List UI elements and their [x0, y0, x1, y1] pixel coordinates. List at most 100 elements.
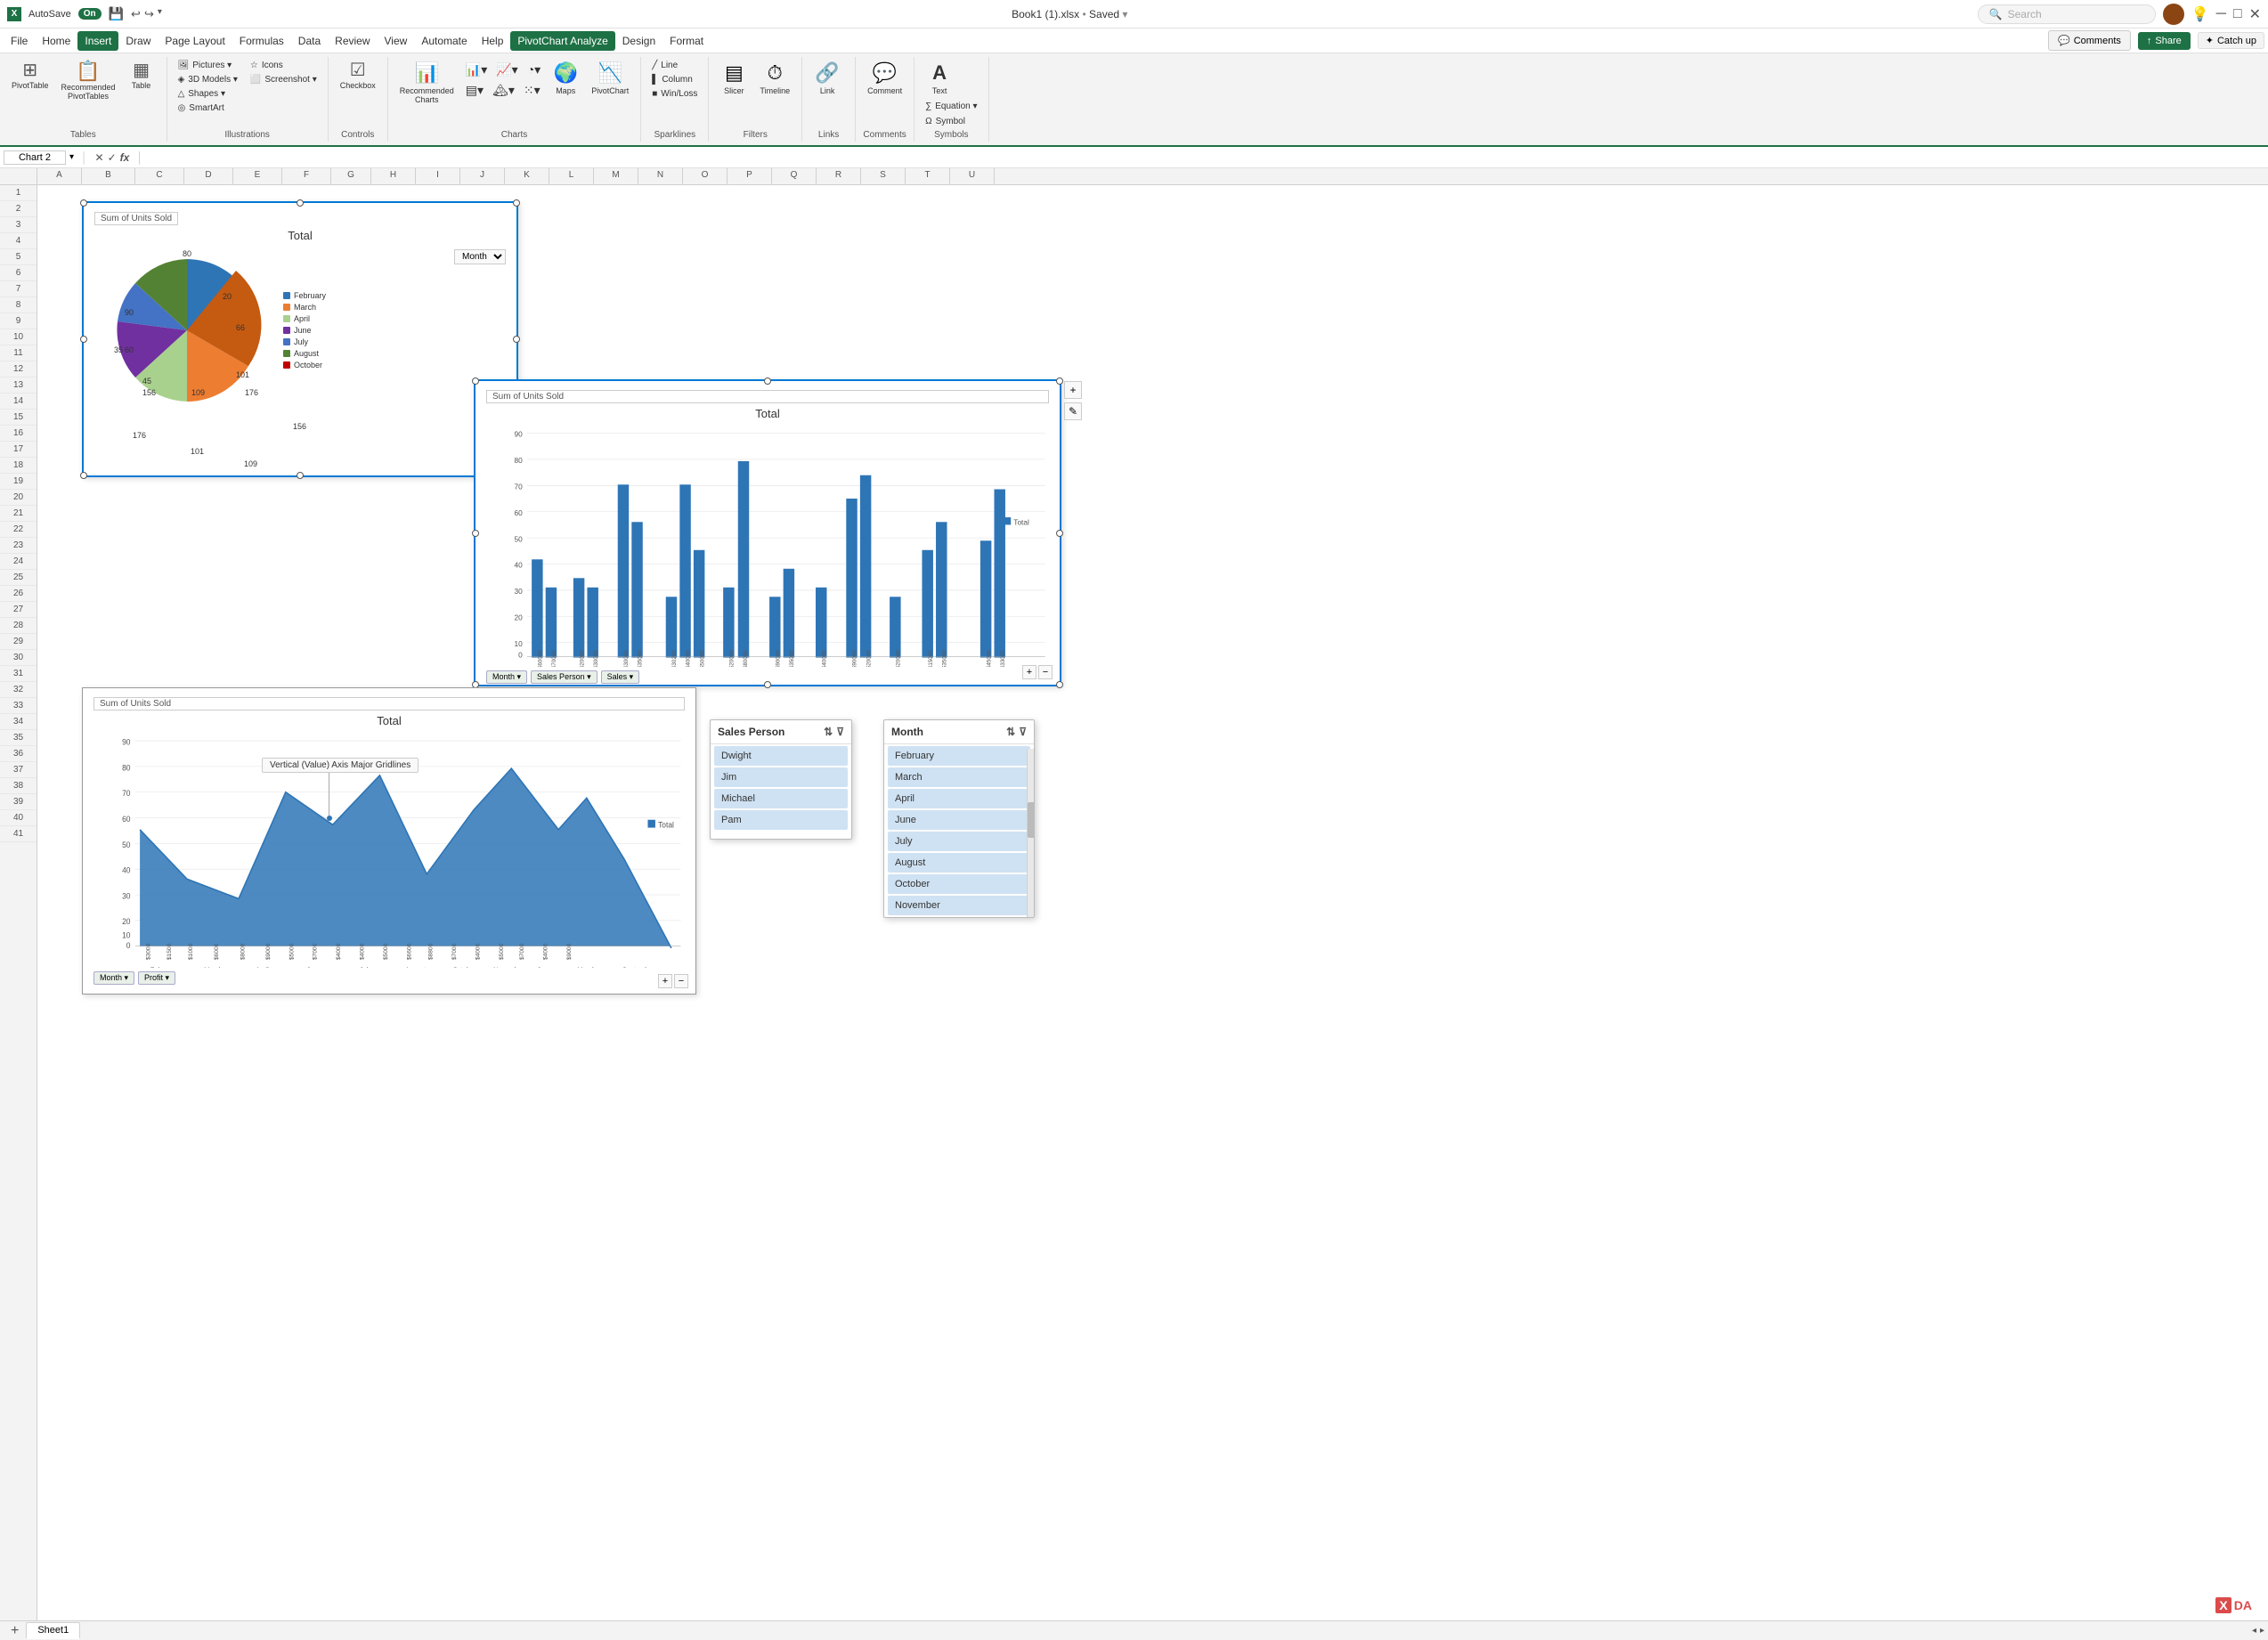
menu-pivotchart-analyze[interactable]: PivotChart Analyze — [510, 31, 614, 51]
equation-button[interactable]: ∑ Equation ▾ — [922, 100, 980, 113]
slicer-item-november[interactable]: November — [888, 896, 1030, 915]
col-header-l[interactable]: L — [549, 168, 594, 184]
row-num-6[interactable]: 6 — [0, 265, 37, 281]
menu-insert[interactable]: Insert — [77, 31, 118, 51]
area-month-filter[interactable]: Month ▾ — [93, 971, 134, 985]
row-num-32[interactable]: 32 — [0, 682, 37, 698]
slicer-sort-icon[interactable]: ⇅ — [824, 726, 833, 738]
row-num-8[interactable]: 8 — [0, 297, 37, 313]
shapes-button[interactable]: △ Shapes ▾ — [175, 87, 241, 101]
month-slicer[interactable]: Month ⇅ ⊽ February March April June July… — [883, 719, 1035, 918]
pivot-chart-button[interactable]: 📉 PivotChart — [587, 59, 633, 98]
row-num-33[interactable]: 33 — [0, 698, 37, 714]
insert-function-icon[interactable]: fx — [120, 151, 130, 164]
bar-sales-filter[interactable]: Sales ▾ — [601, 670, 640, 684]
slicer-month-filter-icon[interactable]: ⊽ — [1019, 726, 1027, 738]
bar-chart-style-element[interactable]: ✎ — [1064, 402, 1082, 420]
menu-page-layout[interactable]: Page Layout — [158, 31, 232, 51]
slicer-item-february[interactable]: February — [888, 746, 1030, 766]
area-chart-button[interactable]: 🏔▾ — [489, 81, 518, 100]
maps-button[interactable]: 🌍 Maps — [548, 59, 583, 98]
chart-handle-right[interactable] — [513, 336, 520, 343]
col-header-s[interactable]: S — [861, 168, 906, 184]
cancel-formula-icon[interactable]: ✕ — [95, 151, 104, 164]
name-box[interactable] — [4, 150, 66, 165]
slicer-item-june[interactable]: June — [888, 810, 1030, 830]
chart-handle-top[interactable] — [297, 199, 304, 207]
row-num-36[interactable]: 36 — [0, 746, 37, 762]
sales-person-slicer[interactable]: Sales Person ⇅ ⊽ Dwight Jim Michael Pam — [710, 719, 852, 840]
screenshot-button[interactable]: ⬜ Screenshot ▾ — [247, 73, 321, 86]
recommended-charts-button[interactable]: 📊 RecommendedCharts — [395, 59, 459, 107]
maximize-button[interactable]: □ — [2233, 6, 2242, 22]
link-button[interactable]: 🔗 Link — [809, 59, 845, 98]
pivot-table-button[interactable]: ⊞ PivotTable — [7, 59, 53, 93]
table-button[interactable]: ▦ Table — [124, 59, 159, 93]
row-num-29[interactable]: 29 — [0, 634, 37, 650]
menu-formulas[interactable]: Formulas — [232, 31, 291, 51]
slicer-button[interactable]: ▤ Slicer — [716, 59, 752, 98]
menu-file[interactable]: File — [4, 31, 35, 51]
save-icon[interactable]: 💾 — [109, 6, 124, 21]
menu-format[interactable]: Format — [663, 31, 711, 51]
menu-data[interactable]: Data — [291, 31, 328, 51]
slicer-item-july[interactable]: July — [888, 832, 1030, 851]
bar-chart-handle-left[interactable] — [472, 530, 479, 537]
recommended-pivottables-button[interactable]: 📋 RecommendedPivotTables — [57, 59, 120, 103]
bar-chart-add-element[interactable]: + — [1064, 381, 1082, 399]
row-num-11[interactable]: 11 — [0, 345, 37, 361]
icons-button[interactable]: ☆ Icons — [247, 59, 321, 72]
formula-input[interactable] — [150, 150, 2264, 165]
comment-ribbon-button[interactable]: 💬 Comment — [863, 59, 906, 98]
col-header-m[interactable]: M — [594, 168, 638, 184]
line-sparkline-button[interactable]: ╱ Line — [648, 59, 681, 72]
row-num-15[interactable]: 15 — [0, 410, 37, 426]
area-chart-zoom-out[interactable]: − — [674, 974, 688, 988]
col-header-i[interactable]: I — [416, 168, 460, 184]
line-chart-button[interactable]: 📈▾ — [492, 61, 521, 79]
bar-chart-button[interactable]: ▤▾ — [462, 81, 487, 100]
row-num-38[interactable]: 38 — [0, 778, 37, 794]
row-num-41[interactable]: 41 — [0, 826, 37, 842]
slicer-item-august[interactable]: August — [888, 853, 1030, 873]
bar-chart-zoom-in[interactable]: + — [1022, 665, 1036, 679]
row-num-31[interactable]: 31 — [0, 666, 37, 682]
row-num-7[interactable]: 7 — [0, 281, 37, 297]
row-num-37[interactable]: 37 — [0, 762, 37, 778]
row-num-40[interactable]: 40 — [0, 810, 37, 826]
close-button[interactable]: ✕ — [2249, 5, 2261, 23]
chart-handle-tr[interactable] — [513, 199, 520, 207]
col-header-r[interactable]: R — [817, 168, 861, 184]
col-header-b[interactable]: B — [82, 168, 135, 184]
row-num-18[interactable]: 18 — [0, 458, 37, 474]
share-button[interactable]: ↑ Share — [2138, 32, 2191, 50]
row-num-34[interactable]: 34 — [0, 714, 37, 730]
menu-view[interactable]: View — [378, 31, 415, 51]
bar-chart-handle-br[interactable] — [1056, 681, 1063, 688]
pictures-button[interactable]: 🖼 Pictures ▾ — [175, 59, 241, 72]
bar-chart-handle-tr[interactable] — [1056, 378, 1063, 385]
row-num-4[interactable]: 4 — [0, 233, 37, 249]
symbol-button[interactable]: Ω Symbol — [922, 115, 969, 128]
slicer-item-michael[interactable]: Michael — [714, 789, 848, 808]
row-num-35[interactable]: 35 — [0, 730, 37, 746]
month-filter-dropdown[interactable]: Month — [454, 249, 506, 264]
col-header-u[interactable]: U — [950, 168, 995, 184]
area-chart-zoom-in[interactable]: + — [658, 974, 672, 988]
month-slicer-scroll-thumb[interactable] — [1028, 802, 1035, 838]
comments-button[interactable]: 💬 Comments — [2048, 30, 2131, 51]
bar-chart-handle-right[interactable] — [1056, 530, 1063, 537]
smartart-button[interactable]: ◎ SmartArt — [175, 101, 241, 115]
row-num-39[interactable]: 39 — [0, 794, 37, 810]
slicer-month-sort-icon[interactable]: ⇅ — [1006, 726, 1015, 738]
slicer-item-april[interactable]: April — [888, 789, 1030, 808]
add-sheet-button[interactable]: + — [4, 1623, 26, 1639]
row-num-13[interactable]: 13 — [0, 378, 37, 394]
slicer-filter-icon[interactable]: ⊽ — [836, 726, 844, 738]
col-header-d[interactable]: D — [184, 168, 233, 184]
row-num-25[interactable]: 25 — [0, 570, 37, 586]
row-num-27[interactable]: 27 — [0, 602, 37, 618]
slicer-item-october[interactable]: October — [888, 874, 1030, 894]
menu-draw[interactable]: Draw — [118, 31, 158, 51]
column-chart-button[interactable]: 📊▾ — [462, 61, 491, 79]
